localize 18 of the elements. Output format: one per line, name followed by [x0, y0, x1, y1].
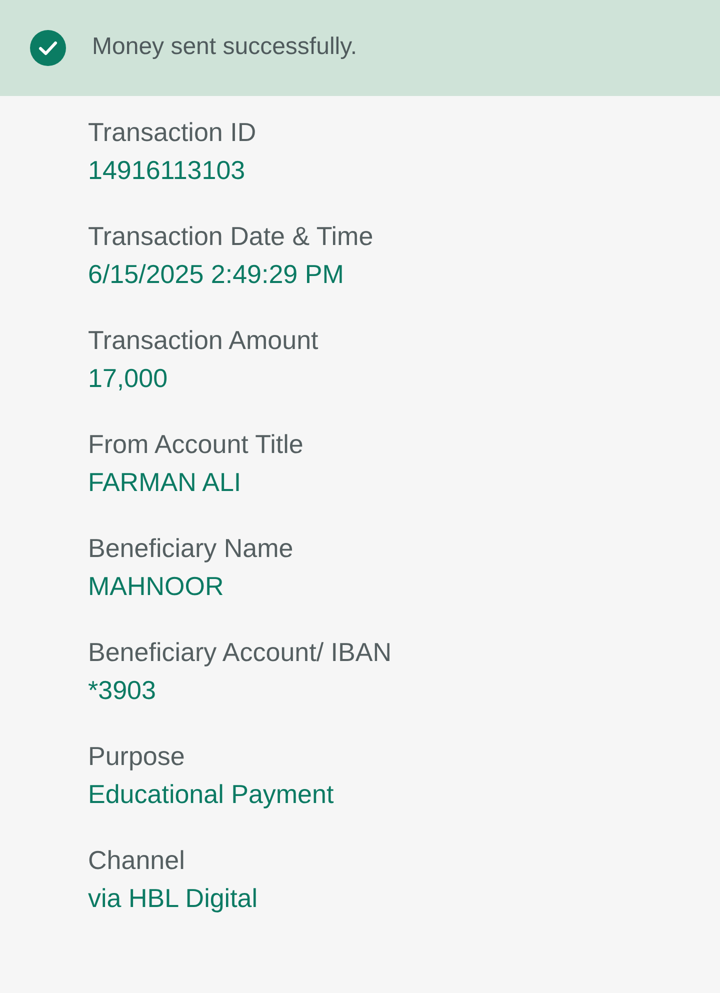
detail-value: MAHNOOR — [88, 570, 224, 603]
detail-value: FARMAN ALI — [88, 466, 242, 499]
detail-value: Educational Payment — [88, 778, 334, 811]
detail-label: Beneficiary Name — [88, 532, 294, 565]
detail-label: Transaction Date & Time — [88, 220, 374, 253]
detail-label: From Account Title — [88, 428, 304, 461]
detail-value: 17,000 — [88, 362, 168, 395]
detail-label: Channel — [88, 844, 185, 877]
detail-value: *3903 — [88, 674, 156, 707]
detail-label: Transaction Amount — [88, 324, 318, 357]
detail-value: 6/15/2025 2:49:29 PM — [88, 258, 344, 291]
detail-label: Purpose — [88, 740, 185, 773]
banner-message: Money sent successfully. — [92, 32, 357, 62]
detail-label: Transaction ID — [88, 116, 256, 149]
detail-label: Beneficiary Account/ IBAN — [88, 636, 392, 669]
detail-value: via HBL Digital — [88, 882, 258, 915]
detail-value: 14916113103 — [88, 154, 246, 187]
success-check-icon — [30, 30, 66, 66]
